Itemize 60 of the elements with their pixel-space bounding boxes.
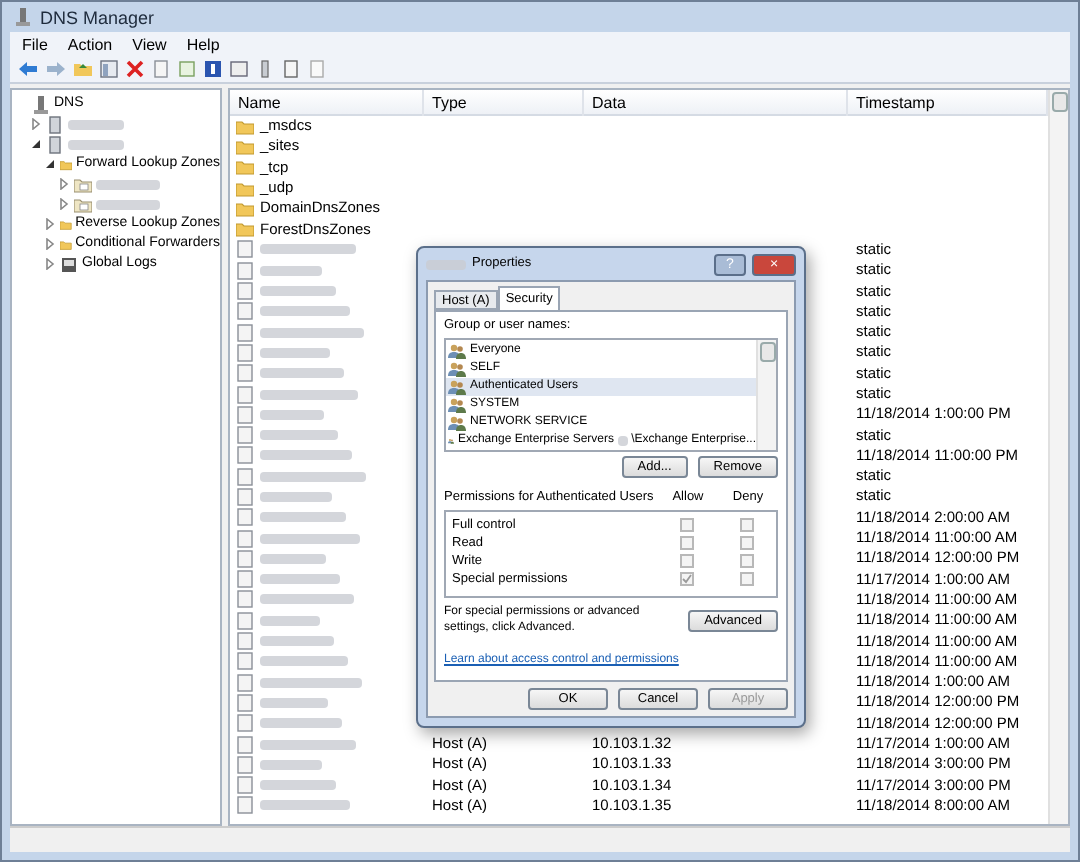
blurred-text (260, 327, 364, 338)
blurred-text (260, 471, 366, 482)
menu-item[interactable]: View (132, 35, 167, 53)
blurred-text (260, 553, 326, 564)
folder-up-icon (74, 60, 92, 78)
blurred-text (260, 677, 362, 688)
blurred-text (260, 656, 348, 667)
blurred-text (260, 512, 346, 523)
back-arrow-icon (18, 60, 38, 78)
help-icon (204, 60, 222, 78)
users-icon (448, 342, 466, 360)
blurred-text (260, 636, 334, 647)
blurred-text (260, 759, 322, 770)
blurred-text (260, 697, 328, 708)
log-book-icon (60, 255, 78, 273)
users-icon (448, 360, 466, 378)
blurred-text (260, 594, 354, 605)
dns-server-icon (14, 8, 32, 26)
blurred-text (260, 409, 324, 420)
blurred-text (260, 368, 344, 379)
scrollbar[interactable] (1048, 90, 1068, 824)
blurred-text (260, 389, 358, 399)
blurred-text (260, 244, 356, 255)
zone-icon (74, 195, 92, 213)
blurred-text (96, 179, 160, 189)
blurred-text (260, 430, 338, 441)
menu-item[interactable]: File (22, 35, 48, 53)
users-icon (448, 378, 466, 396)
blurred-text (260, 265, 322, 276)
blurred-text (260, 306, 350, 317)
blurred-text (260, 574, 340, 585)
window-title: DNS Manager (40, 7, 155, 27)
blurred-text (260, 739, 356, 750)
forward-arrow-icon (46, 60, 66, 78)
blurred-text (260, 718, 342, 729)
blurred-text (260, 615, 320, 626)
column-header[interactable]: Type (424, 90, 584, 116)
column-header[interactable]: Name (230, 90, 424, 116)
dns-server-icon (32, 95, 50, 113)
blurred-text (618, 436, 628, 446)
menu-item[interactable]: Help (186, 35, 220, 53)
blurred-text (260, 347, 330, 358)
blurred-text (68, 139, 124, 149)
blurred-text (96, 199, 160, 209)
refresh-icon (178, 60, 196, 78)
blurred-text (260, 533, 360, 544)
folder-icon (60, 155, 73, 173)
collapsed-arrow-icon[interactable] (30, 118, 42, 130)
blurred-text (260, 450, 352, 461)
blurred-text (260, 491, 332, 502)
users-icon (448, 396, 466, 414)
blurred-text (260, 800, 350, 811)
blurred-text (260, 780, 336, 791)
delete-icon (126, 60, 144, 78)
blurred-text (260, 286, 336, 297)
blurred-text (68, 119, 124, 129)
menu-item[interactable]: Action (67, 35, 113, 53)
zone-icon (74, 175, 92, 193)
scrollbar[interactable] (756, 340, 776, 450)
column-header[interactable]: Data (584, 90, 848, 116)
